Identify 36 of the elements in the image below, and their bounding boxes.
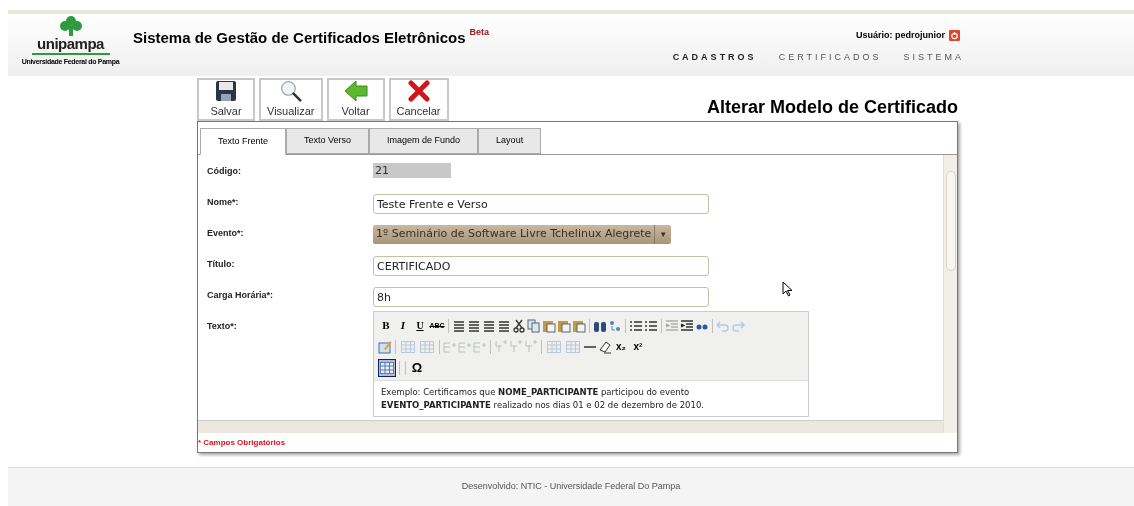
tab[interactable]: Layout	[478, 128, 542, 154]
text-field[interactable]: Teste Frente e Verso	[373, 194, 709, 214]
required-fields-note: * Campos Obrigatórios	[198, 436, 286, 449]
text-field[interactable]: 8h	[373, 287, 709, 307]
nav-link[interactable]: CADASTROS	[672, 50, 757, 64]
text-field[interactable]: CERTIFICADO	[373, 256, 709, 276]
app-title: Sistema de Gestão de Certificados Eletrônicos	[133, 28, 466, 48]
special-character-button[interactable]: Ω	[409, 359, 425, 376]
italic-button[interactable]: I	[395, 317, 411, 334]
field-label: Título:	[207, 258, 236, 271]
code-field: 21	[373, 163, 451, 178]
underline-button[interactable]: U	[412, 317, 428, 334]
field-label: Código:	[207, 165, 242, 178]
toolbar-button[interactable]: Salvar	[197, 78, 255, 121]
field-label: Carga Horária*:	[207, 289, 275, 302]
user-label: Usuário: pedrojunior	[856, 29, 945, 42]
field-label: Nome*:	[207, 196, 240, 209]
editor-text: Exemplo: Certificamos que NOME_PARTICIPANTE participou do evento EVENTO_PARTICIPANTE realizado nos dias 01 e 02 de dezembro de 2010.	[381, 386, 705, 412]
footer-text: Desenvolvido: NTIC - Universidade Federal Do Pampa	[461, 480, 681, 494]
toolbar-button[interactable]: Voltar	[326, 78, 385, 121]
bold-button[interactable]: B	[378, 317, 394, 334]
beta-label: Beta	[469, 26, 490, 39]
field-label: Evento*:	[207, 227, 245, 240]
nav-link[interactable]: CERTIFICADOS	[778, 50, 882, 64]
tab[interactable]: Texto Verso	[286, 128, 370, 154]
page-title: Alterar Modelo de Certificado	[706, 96, 958, 118]
event-dropdown[interactable]: 1º Seminário de Software Livre Tchelinux Alegrete ▼	[373, 225, 672, 244]
field-label: Texto*:	[207, 320, 238, 333]
logo-wordmark: unipampa	[37, 36, 104, 51]
tab[interactable]: Imagem de Fundo	[369, 128, 479, 154]
script-button[interactable]: x²	[630, 338, 646, 355]
toolbar-button[interactable]: Cancelar	[388, 78, 449, 121]
toolbar-button[interactable]: Visualizar	[259, 78, 323, 121]
script-button[interactable]: x₂	[613, 338, 629, 355]
nav-link[interactable]: SISTEMA	[903, 50, 964, 64]
tab[interactable]: Texto Frente	[200, 128, 287, 155]
